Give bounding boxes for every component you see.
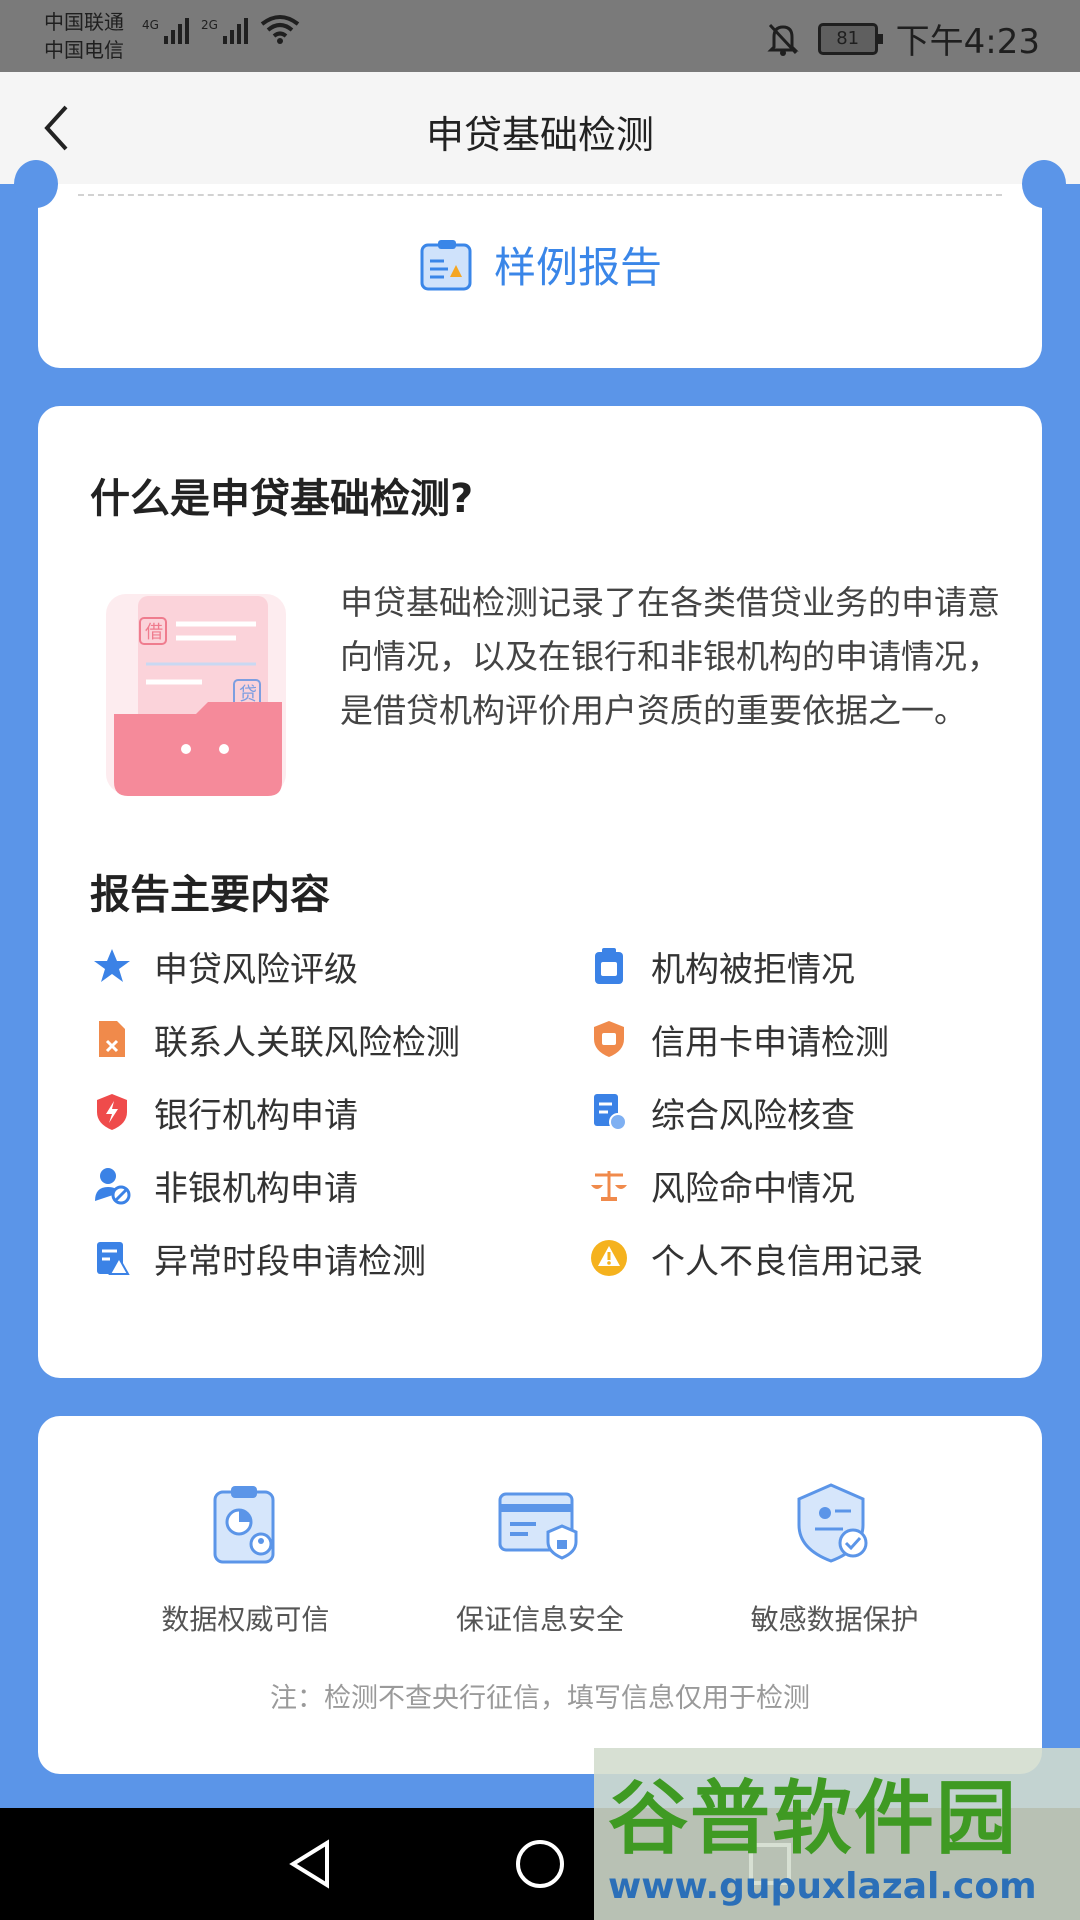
sample-report-card: 样例报告 [14,160,1066,368]
signal-indicators: 4G 2G [142,14,300,44]
intro-description: 申贷基础检测记录了在各类借贷业务的申请意向情况，以及在银行和非银机构的申请情况，… [340,583,1000,730]
nav-bar: 申贷基础检测 [0,72,1080,184]
carrier-1: 中国联通 [44,10,124,34]
report-doc-icon [420,239,472,290]
clipboard-chart-icon [213,1486,275,1564]
circle-home-icon [516,1840,564,1888]
shield-check-icon [797,1483,868,1563]
report-item: 银行机构申请 [90,1090,587,1136]
report-item: 综合风险核查 [587,1090,1007,1136]
watermark-text: 谷普软件园 [608,1772,1018,1865]
signal-4g-icon: 4G [142,18,189,44]
illustration-tag-1: 借 [145,622,163,643]
doc-cross-icon [99,1021,125,1057]
report-item: 联系人关联风险检测 [90,1017,587,1063]
report-heading: 报告主要内容 [90,872,330,918]
card-lock-icon [498,1492,578,1560]
report-item: 非银机构申请 [90,1163,587,1209]
carrier-names: 中国联通 中国电信 [44,8,124,64]
report-item: 个人不良信用记录 [587,1236,1007,1282]
loan-doc-icon [595,948,623,984]
report-item: 信用卡申请检测 [587,1017,1007,1063]
shield-badge-icon [594,1021,624,1057]
mute-bell-icon [767,23,799,56]
carrier-2: 中国电信 [44,38,124,62]
system-back-button[interactable] [280,1834,340,1894]
site-watermark: 谷普软件园 www.gupuxlazal.com [594,1748,1080,1920]
trust-item-security: 保证信息安全 [420,1476,660,1638]
page-title: 申贷基础检测 [425,113,654,157]
clock: 下午4:23 [895,22,1040,62]
sample-report-label: 样例报告 [493,243,662,292]
bolt-shield-icon [97,1094,127,1130]
ticket-notch-left [14,160,58,208]
intro-heading: 什么是申贷基础检测? [90,476,474,522]
status-bar: 中国联通 中国电信 4G 2G 81 下午4:23 [0,0,1080,72]
report-item: 机构被拒情况 [587,944,1007,990]
sample-report-link[interactable]: 样例报告 [38,234,1042,295]
report-item: 风险命中情况 [587,1163,1007,1209]
scale-icon [591,1171,627,1201]
wifi-icon [260,15,300,44]
illustration-tag-2: 贷 [239,684,257,705]
star-icon [94,949,130,982]
disclaimer-note: 注：检测不查央行征信，填写信息仅用于检测 [270,1683,810,1714]
folder-illustration-icon: 借 贷 [106,594,286,796]
system-home-button[interactable] [510,1834,570,1894]
trust-card: 数据权威可信 保证信息安全 敏感数据保护 注：检测不查央行征信，填写信息仅用于检… [38,1416,1042,1774]
watermark-url: www.gupuxlazal.com [608,1866,1037,1907]
doc-check-icon [594,1094,627,1131]
trust-item-authority: 数据权威可信 [125,1476,365,1638]
signal-2g-icon: 2G [201,18,248,44]
trust-item-privacy: 敏感数据保护 [715,1476,955,1638]
triangle-back-icon [289,1839,329,1889]
battery-icon: 81 [817,22,883,55]
report-item: 申贷风险评级 [90,944,587,990]
report-items-grid: 申贷风险评级 机构被拒情况 联系人关联风险检测 信用卡申请检测 银行机构申请 综… [90,944,1010,1282]
info-card: 什么是申贷基础检测? 借 贷 申贷基础检测记录了在各类借贷业务的申请意向情况，以… [38,406,1042,1378]
dashed-divider [78,194,1002,196]
warning-icon [591,1240,627,1276]
report-item: 异常时段申请检测 [90,1236,587,1282]
doc-warning-icon [97,1242,130,1275]
user-block-icon [95,1168,131,1205]
ticket-notch-right [1022,160,1066,208]
